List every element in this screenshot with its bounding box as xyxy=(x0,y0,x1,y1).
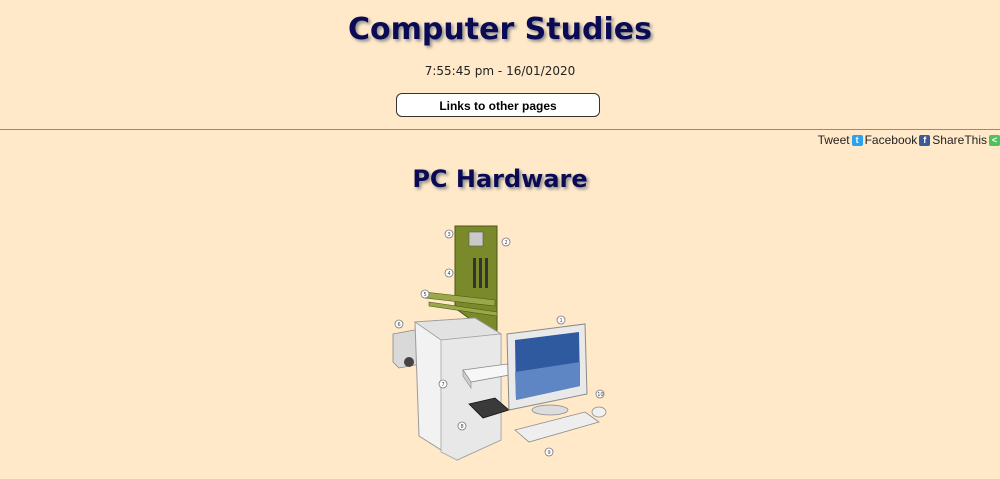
header-divider xyxy=(0,129,1000,130)
sharethis-icon: < xyxy=(989,134,1000,146)
links-to-other-pages-button[interactable]: Links to other pages xyxy=(396,93,600,117)
svg-text:7: 7 xyxy=(442,382,445,388)
page: Computer Studies 7:55:45 pm - 16/01/2020… xyxy=(0,0,1000,479)
twitter-icon: t xyxy=(851,134,863,146)
pc-hardware-illustration: 3 2 4 5 6 1 7 8 9 10 xyxy=(392,225,607,461)
svg-text:2: 2 xyxy=(505,240,508,246)
facebook-link[interactable]: Facebook f xyxy=(865,133,931,147)
svg-text:9: 9 xyxy=(548,450,551,456)
site-title: Computer Studies xyxy=(348,12,652,47)
svg-text:8: 8 xyxy=(461,424,464,430)
facebook-icon: f xyxy=(919,134,931,146)
facebook-label: Facebook xyxy=(864,133,918,147)
svg-text:5: 5 xyxy=(424,292,427,298)
mouse-icon xyxy=(591,406,607,418)
svg-text:1: 1 xyxy=(560,318,563,324)
monitor-icon xyxy=(506,323,588,416)
section-title: PC Hardware xyxy=(412,165,588,193)
share-bar: Tweet t Facebook f ShareThis < xyxy=(816,131,1000,149)
svg-text:10: 10 xyxy=(597,392,603,398)
sharethis-label: ShareThis xyxy=(932,133,987,147)
computer-case-icon xyxy=(413,317,503,461)
svg-text:3: 3 xyxy=(448,232,451,238)
tweet-link[interactable]: Tweet t xyxy=(818,133,863,147)
keyboard-icon xyxy=(514,411,600,443)
sharethis-link[interactable]: ShareThis < xyxy=(932,133,1000,147)
svg-text:6: 6 xyxy=(398,322,401,328)
tweet-label: Tweet xyxy=(817,133,850,147)
svg-text:4: 4 xyxy=(448,271,451,277)
datetime-display: 7:55:45 pm - 16/01/2020 xyxy=(424,64,576,78)
